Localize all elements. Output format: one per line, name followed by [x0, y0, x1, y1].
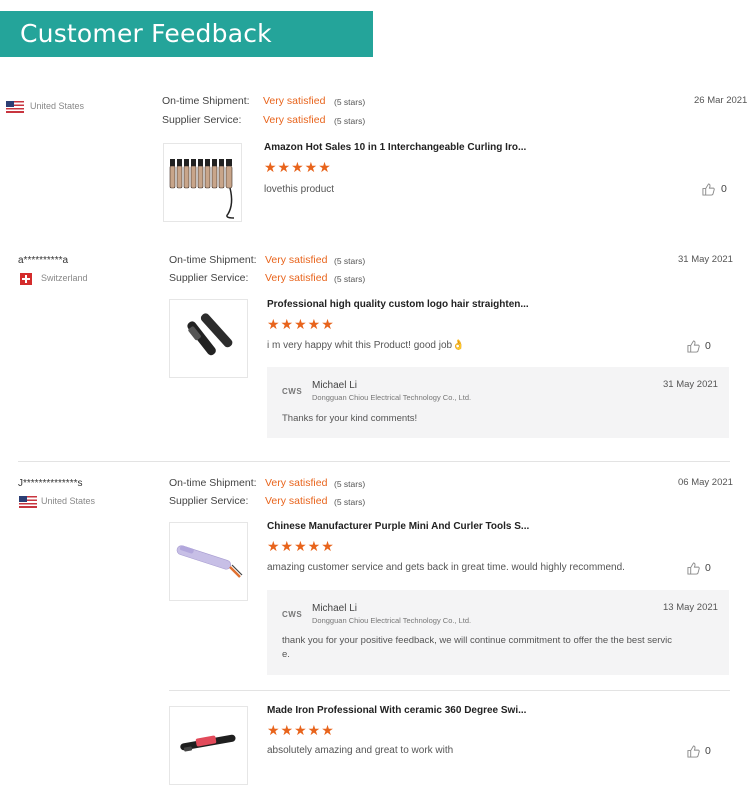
shipment-label: On-time Shipment:: [162, 95, 250, 107]
review-divider: [18, 461, 730, 462]
like-count: 0: [705, 340, 711, 352]
rating-stars: ★★★★★: [267, 316, 335, 332]
shipment-rating: Very satisfied: [265, 477, 328, 489]
buyer-country: United States: [30, 101, 85, 111]
shipment-stars: (5 stars): [334, 256, 366, 266]
thumbs-up-icon[interactable]: [687, 745, 700, 758]
purple-flat-iron-icon: [176, 545, 243, 578]
swiss-flag-icon: [20, 273, 32, 285]
supplier-logo: CWS: [282, 610, 303, 619]
service-label: Supplier Service:: [169, 272, 249, 284]
shipment-label: On-time Shipment:: [169, 477, 257, 489]
supplier-reply: CWS Michael Li Dongguan Chiou Electrical…: [267, 367, 729, 438]
service-rating: Very satisfied: [265, 272, 328, 284]
review-date: 26 Mar 2021: [694, 95, 748, 106]
buyer-country: United States: [41, 496, 96, 506]
reply-company: Dongguan Chiou Electrical Technology Co.…: [312, 393, 472, 402]
service-label: Supplier Service:: [169, 495, 249, 507]
review-date: 31 May 2021: [678, 254, 733, 265]
buyer-name: J**************s: [18, 478, 83, 489]
reply-author: Michael Li: [312, 380, 358, 391]
reply-date: 13 May 2021: [663, 602, 718, 613]
product-title-link[interactable]: Chinese Manufacturer Purple Mini And Cur…: [267, 521, 529, 532]
like-count: 0: [705, 745, 711, 757]
service-label: Supplier Service:: [162, 114, 242, 126]
product-image[interactable]: [163, 143, 242, 222]
flat-iron-icon: [180, 734, 236, 752]
product-title-link[interactable]: Amazon Hot Sales 10 in 1 Interchangeable…: [264, 142, 526, 153]
reply-author: Michael Li: [312, 603, 358, 614]
shipment-rating: Very satisfied: [265, 254, 328, 266]
product-title-link[interactable]: Made Iron Professional With ceramic 360 …: [267, 705, 526, 716]
curling-iron-set-icon: [169, 159, 235, 219]
supplier-logo: CWS: [282, 387, 303, 396]
like-count: 0: [705, 562, 711, 574]
us-flag-icon: [19, 496, 37, 508]
product-image[interactable]: [169, 299, 248, 378]
review-date: 06 May 2021: [678, 477, 733, 488]
shipment-stars: (5 stars): [334, 479, 366, 489]
product-image[interactable]: [169, 522, 248, 601]
thumbs-up-icon[interactable]: [687, 562, 700, 575]
service-rating: Very satisfied: [263, 114, 326, 126]
shipment-stars: (5 stars): [334, 97, 366, 107]
us-flag-icon: [6, 101, 24, 113]
product-image[interactable]: [169, 706, 248, 785]
hair-straightener-icon: [187, 313, 233, 356]
review-comment: absolutely amazing and great to work wit…: [267, 745, 454, 756]
rating-stars: ★★★★★: [264, 159, 332, 175]
section-header: Customer Feedback: [0, 11, 373, 57]
reply-date: 31 May 2021: [663, 379, 718, 390]
review-comment: amazing customer service and gets back i…: [267, 562, 625, 573]
review-comment: i m very happy whit this Product! good j…: [267, 340, 465, 351]
thumbs-up-icon[interactable]: [687, 340, 700, 353]
item-divider: [169, 690, 730, 691]
shipment-rating: Very satisfied: [263, 95, 326, 107]
buyer-country: Switzerland: [41, 273, 88, 283]
like-count: 0: [721, 183, 727, 195]
page-title: Customer Feedback: [20, 19, 272, 48]
reply-text-line-2: e.: [282, 649, 290, 660]
service-rating: Very satisfied: [265, 495, 328, 507]
service-stars: (5 stars): [334, 274, 366, 284]
rating-stars: ★★★★★: [267, 722, 335, 738]
review-comment: lovethis product: [264, 184, 335, 195]
buyer-name: a**********a: [18, 255, 69, 266]
reply-text: Thanks for your kind comments!: [282, 413, 418, 424]
reply-text-line-1: thank you for your positive feedback, we…: [282, 635, 673, 646]
service-stars: (5 stars): [334, 497, 366, 507]
thumbs-up-icon[interactable]: [702, 183, 715, 196]
reply-company: Dongguan Chiou Electrical Technology Co.…: [312, 616, 472, 625]
service-stars: (5 stars): [334, 116, 366, 126]
supplier-reply: CWS Michael Li Dongguan Chiou Electrical…: [267, 590, 729, 675]
shipment-label: On-time Shipment:: [169, 254, 257, 266]
rating-stars: ★★★★★: [267, 538, 335, 554]
product-title-link[interactable]: Professional high quality custom logo ha…: [267, 299, 529, 310]
